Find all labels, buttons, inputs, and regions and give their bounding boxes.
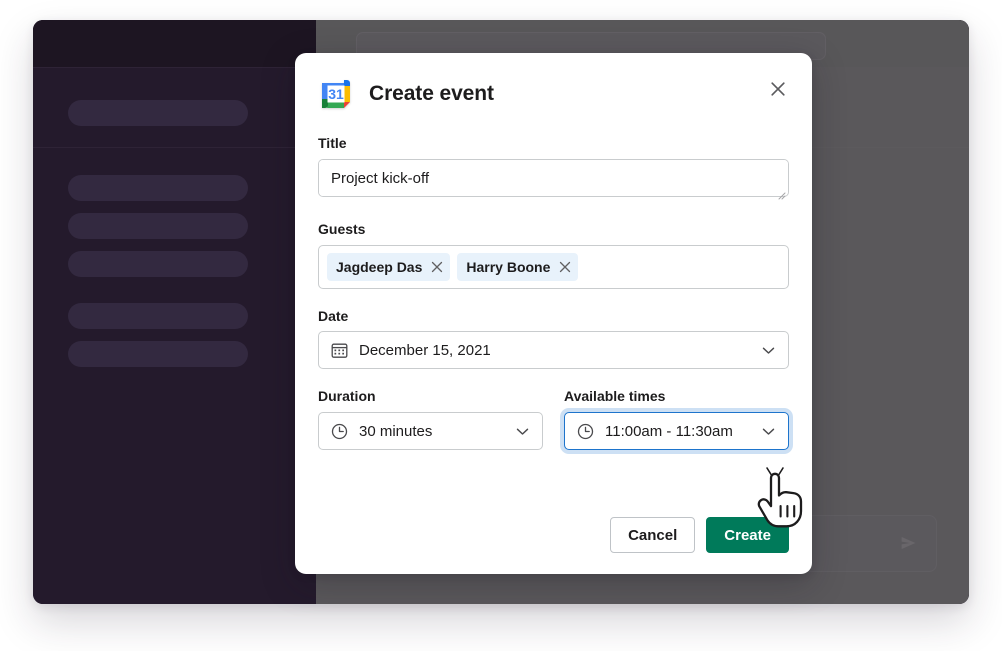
field-title: Title (318, 135, 789, 202)
field-duration: Duration 30 minutes (318, 388, 543, 451)
sidebar-header (33, 20, 316, 68)
create-button[interactable]: Create (706, 517, 789, 553)
sidebar-placeholder-item (68, 341, 248, 367)
guest-chip-label: Harry Boone (466, 258, 551, 275)
chevron-down-icon[interactable] (515, 424, 530, 439)
clock-icon (331, 423, 348, 440)
date-select-value: December 15, 2021 (359, 341, 491, 359)
google-calendar-icon: 31 (318, 76, 354, 112)
modal-body: Title Guests Jagdeep Das (318, 135, 789, 451)
guest-chip: Jagdeep Das (327, 252, 451, 281)
field-date-label: Date (318, 307, 349, 324)
field-available-times: Available times 11:00am - 11:30am (564, 388, 789, 451)
field-date: Date December 15, 2021 (318, 308, 789, 370)
modal-header: 31 Create event (318, 76, 494, 112)
duration-select-value: 30 minutes (359, 422, 433, 440)
clock-icon (577, 423, 594, 440)
chevron-down-icon[interactable] (761, 424, 776, 439)
field-guests-label: Guests (318, 220, 366, 237)
available-times-select[interactable]: 11:00am - 11:30am (564, 412, 789, 451)
close-icon[interactable] (764, 75, 792, 103)
field-title-label: Title (318, 135, 347, 151)
sidebar-placeholder-item (68, 175, 248, 201)
field-guests: Guests Jagdeep Das Harry Boone (318, 221, 789, 289)
modal-footer: Cancel Create (610, 517, 789, 553)
create-event-modal: 31 Create event Title Project kick-off G… (295, 53, 812, 574)
sidebar-placeholder-item (68, 213, 248, 239)
sidebar-placeholder-item (68, 100, 248, 126)
field-available-times-label: Available times (564, 388, 666, 405)
duration-availability-row: Duration 30 minutes Available times 11:0… (318, 388, 789, 451)
workspace-sidebar (33, 20, 316, 604)
modal-title: Create event (369, 82, 494, 105)
date-select[interactable]: December 15, 2021 (318, 331, 789, 370)
duration-select[interactable]: 30 minutes (318, 412, 543, 451)
guest-chip: Harry Boone (457, 252, 579, 281)
sidebar-placeholder-item (68, 303, 248, 329)
field-duration-label: Duration (318, 388, 376, 405)
send-icon[interactable] (898, 532, 920, 554)
close-icon[interactable] (558, 260, 571, 273)
close-icon[interactable] (430, 260, 443, 273)
cancel-button[interactable]: Cancel (610, 517, 696, 553)
available-times-select-value: 11:00am - 11:30am (605, 422, 733, 440)
chevron-down-icon[interactable] (761, 343, 776, 358)
sidebar-placeholder-item (68, 251, 248, 277)
title-input[interactable] (318, 158, 789, 197)
guests-input[interactable]: Jagdeep Das Harry Boone (318, 244, 789, 289)
guest-chip-label: Jagdeep Das (336, 258, 423, 275)
screen: 31 Create event Title Project kick-off G… (0, 0, 1002, 651)
svg-text:31: 31 (328, 86, 344, 102)
calendar-icon (331, 342, 348, 359)
